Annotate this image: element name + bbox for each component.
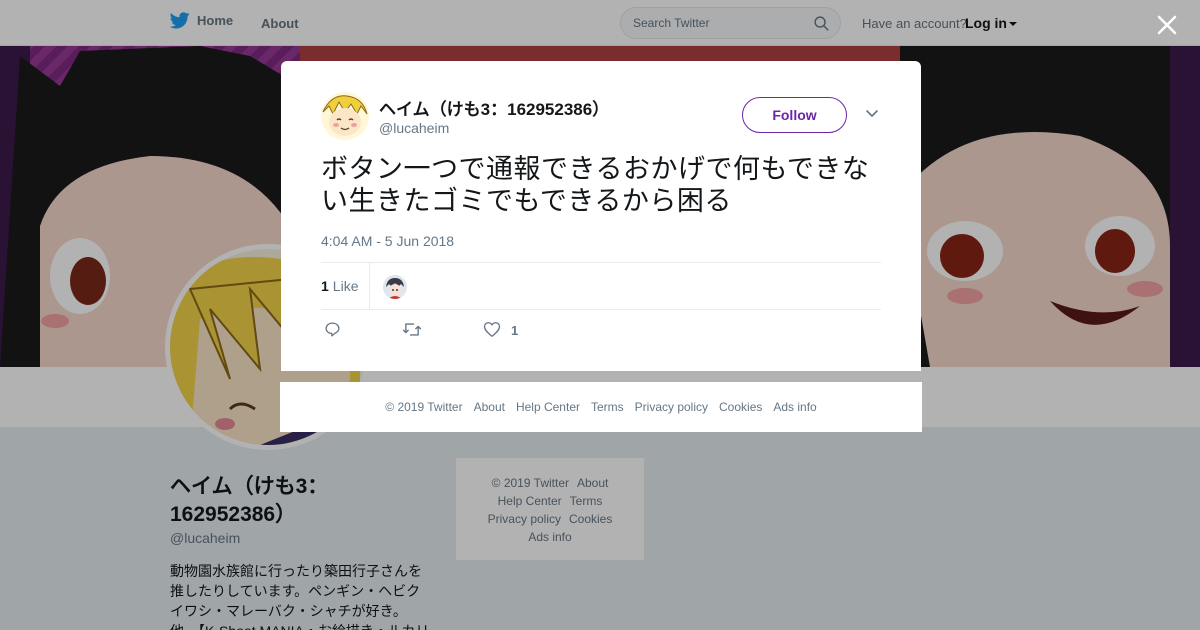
tweet-actions: 1 [321,319,621,343]
tweet-author-handle[interactable]: @lucaheim [379,120,449,136]
modal-footer-help-link[interactable]: Help Center [516,400,580,414]
modal-footer-about-link[interactable]: About [474,400,505,414]
like-action-count: 1 [511,323,519,338]
stats-divider [369,263,370,310]
modal-footer-terms-link[interactable]: Terms [591,400,624,414]
modal-footer-privacy-link[interactable]: Privacy policy [635,400,708,414]
liker-avatar[interactable] [383,275,407,299]
tweet-timestamp[interactable]: 4:04 AM - 5 Jun 2018 [321,233,454,249]
reply-icon[interactable] [324,321,341,338]
modal-footer-copyright: © 2019 Twitter [385,400,463,414]
heart-icon[interactable] [483,321,501,338]
tweet-author-avatar[interactable] [321,92,369,140]
likes-count: 1 [321,278,329,294]
modal-footer: © 2019 Twitter About Help Center Terms P… [280,382,922,432]
chevron-down-icon[interactable] [865,109,879,119]
modal-footer-cookies-link[interactable]: Cookies [719,400,762,414]
follow-button[interactable]: Follow [742,97,847,133]
likes-label: Like [332,278,359,294]
close-icon[interactable] [1156,14,1178,36]
modal-footer-ads-link[interactable]: Ads info [773,400,816,414]
tweet-modal: ヘイム（けも3：162952386） @lucaheim Follow ボタン一… [281,61,921,371]
retweet-icon[interactable] [402,321,422,338]
tweet-author-name[interactable]: ヘイム（けも3：162952386） [379,95,609,120]
tweet-stats: 1 Like [321,262,881,310]
tweet-text: ボタン一つで通報できるおかげで何もできない生きたゴミでもできるから困る [321,154,870,216]
likes-stat[interactable]: 1 Like [321,278,358,294]
